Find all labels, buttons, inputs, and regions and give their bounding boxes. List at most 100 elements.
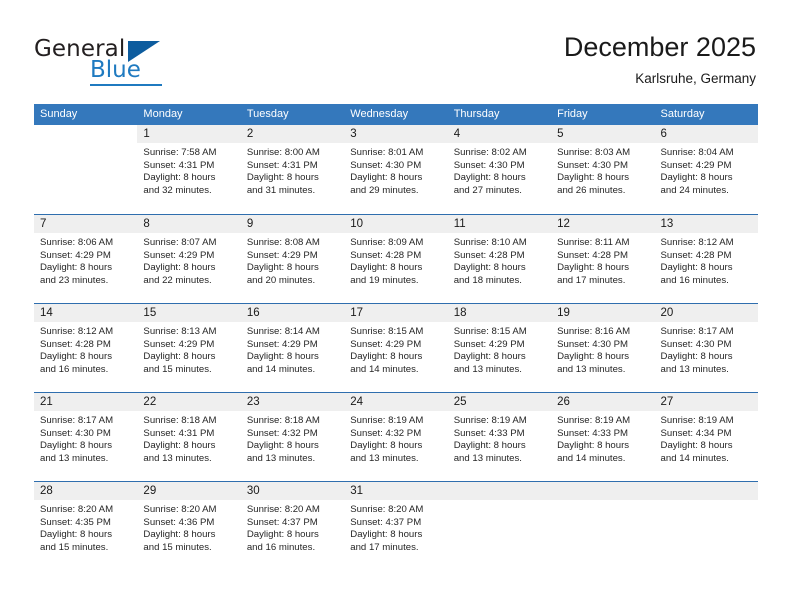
calendar-week-row: 14 Sunrise: 8:12 AM Sunset: 4:28 PM Dayligh… xyxy=(34,303,758,392)
calendar-day-cell[interactable]: 18 Sunrise: 8:15 AM Sunset: 4:29 PM Dayligh… xyxy=(447,304,552,392)
calendar-day-cell[interactable]: 5 Sunrise: 8:03 AM Sunset: 4:30 PM Daylight… xyxy=(551,125,655,214)
day-sun-info: Sunrise: 8:19 AM Sunset: 4:33 PM Daylight:… xyxy=(551,411,654,465)
daylight-text: Daylight: 8 hours xyxy=(557,172,630,184)
calendar-weeks: 1 Sunrise: 7:58 AM Sunset: 4:31 PM Daylight… xyxy=(34,125,758,570)
day-number xyxy=(34,125,138,143)
sunrise-text: Sunrise: 8:08 AM xyxy=(246,237,320,248)
daylight-text: Daylight: 8 hours xyxy=(557,440,630,452)
calendar-day-cell[interactable]: 16 Sunrise: 8:14 AM Sunset: 4:29 PM Dayligh… xyxy=(240,304,345,392)
calendar-day-cell[interactable]: 29 Sunrise: 8:20 AM Sunset: 4:36 PM Dayligh… xyxy=(137,482,241,570)
day-sun-info: Sunrise: 8:19 AM Sunset: 4:32 PM Daylight:… xyxy=(344,411,447,465)
daylight-text: Daylight: 8 hours xyxy=(660,262,733,274)
day-sun-info: Sunrise: 8:07 AM Sunset: 4:29 PM Daylight:… xyxy=(137,233,240,287)
sunset-text: Sunset: 4:35 PM xyxy=(40,516,111,528)
day-number: 9 xyxy=(240,215,345,233)
calendar-day-cell[interactable]: 1 Sunrise: 7:58 AM Sunset: 4:31 PM Daylight… xyxy=(137,125,241,214)
calendar-day-cell[interactable]: 25 Sunrise: 8:19 AM Sunset: 4:33 PM Dayligh… xyxy=(447,393,552,481)
sunset-text: Sunset: 4:28 PM xyxy=(557,249,629,261)
weekday-header-saturday: Saturday xyxy=(660,108,705,120)
daylight-text: Daylight: 8 hours xyxy=(557,351,630,363)
daylight-text-cont: and 22 minutes. xyxy=(143,274,212,286)
daylight-text: Daylight: 8 hours xyxy=(350,172,423,184)
calendar-day-cell[interactable]: 15 Sunrise: 8:13 AM Sunset: 4:29 PM Dayligh… xyxy=(137,304,241,392)
calendar-day-cell[interactable]: 31 Sunrise: 8:20 AM Sunset: 4:37 PM Dayligh… xyxy=(344,482,448,570)
calendar-day-cell[interactable]: 6 Sunrise: 8:04 AM Sunset: 4:29 PM Daylight… xyxy=(654,125,758,214)
daylight-text: Daylight: 8 hours xyxy=(246,440,319,452)
day-number: 22 xyxy=(137,393,241,411)
day-number: 30 xyxy=(240,482,345,500)
calendar-day-cell[interactable]: 14 Sunrise: 8:12 AM Sunset: 4:28 PM Dayligh… xyxy=(34,304,138,392)
sunset-text: Sunset: 4:34 PM xyxy=(660,427,732,439)
daylight-text-cont: and 14 minutes. xyxy=(246,363,316,375)
day-sun-info: Sunrise: 8:17 AM Sunset: 4:30 PM Daylight:… xyxy=(655,322,758,376)
calendar-day-cell[interactable]: 12 Sunrise: 8:11 AM Sunset: 4:28 PM Dayligh… xyxy=(551,215,655,303)
weekday-header-friday: Friday xyxy=(557,108,588,120)
calendar-day-cell[interactable]: 27 Sunrise: 8:19 AM Sunset: 4:34 PM Dayligh… xyxy=(654,393,758,481)
sunset-text: Sunset: 4:37 PM xyxy=(246,516,318,528)
calendar-day-cell[interactable]: 19 Sunrise: 8:16 AM Sunset: 4:30 PM Dayligh… xyxy=(551,304,655,392)
day-number: 2 xyxy=(240,125,345,143)
calendar-day-cell[interactable]: 2 Sunrise: 8:00 AM Sunset: 4:31 PM Daylight… xyxy=(240,125,345,214)
sunset-text: Sunset: 4:37 PM xyxy=(350,516,422,528)
calendar-day-cell[interactable]: 21 Sunrise: 8:17 AM Sunset: 4:30 PM Dayligh… xyxy=(34,393,138,481)
sunrise-text: Sunrise: 8:11 AM xyxy=(557,237,630,248)
calendar-day-cell[interactable]: 9 Sunrise: 8:08 AM Sunset: 4:29 PM Daylight… xyxy=(240,215,345,303)
sunrise-text: Sunrise: 8:02 AM xyxy=(453,147,527,158)
daylight-text: Daylight: 8 hours xyxy=(246,351,319,363)
calendar-day-cell[interactable]: 22 Sunrise: 8:18 AM Sunset: 4:31 PM Dayligh… xyxy=(137,393,241,481)
day-sun-info: Sunrise: 8:15 AM Sunset: 4:29 PM Daylight:… xyxy=(448,322,551,376)
calendar-day-cell[interactable]: 8 Sunrise: 8:07 AM Sunset: 4:29 PM Daylight… xyxy=(137,215,241,303)
sunset-text: Sunset: 4:33 PM xyxy=(557,427,629,439)
brand-logo[interactable]: General Blue xyxy=(34,36,224,92)
daylight-text-cont: and 26 minutes. xyxy=(557,184,626,196)
calendar-day-cell[interactable]: 17 Sunrise: 8:15 AM Sunset: 4:29 PM Dayligh… xyxy=(344,304,448,392)
day-sun-info: Sunrise: 8:04 AM Sunset: 4:29 PM Daylight:… xyxy=(655,143,758,197)
weekday-header-tuesday: Tuesday xyxy=(246,108,289,120)
sunrise-text: Sunrise: 8:20 AM xyxy=(246,504,320,515)
sunset-text: Sunset: 4:29 PM xyxy=(246,249,318,261)
daylight-text: Daylight: 8 hours xyxy=(143,529,216,541)
calendar-day-cell[interactable]: 11 Sunrise: 8:10 AM Sunset: 4:28 PM Dayligh… xyxy=(447,215,552,303)
daylight-text: Daylight: 8 hours xyxy=(40,529,112,541)
sunset-text: Sunset: 4:29 PM xyxy=(40,249,111,261)
calendar-day-cell[interactable]: 23 Sunrise: 8:18 AM Sunset: 4:32 PM Dayligh… xyxy=(240,393,345,481)
daylight-text: Daylight: 8 hours xyxy=(143,351,216,363)
day-sun-info: Sunrise: 8:10 AM Sunset: 4:28 PM Daylight:… xyxy=(448,233,551,287)
day-sun-info: Sunrise: 8:15 AM Sunset: 4:29 PM Daylight:… xyxy=(344,322,447,376)
sunrise-text: Sunrise: 8:16 AM xyxy=(557,326,631,337)
calendar-day-cell[interactable]: 28 Sunrise: 8:20 AM Sunset: 4:35 PM Dayligh… xyxy=(34,482,138,570)
sunrise-text: Sunrise: 8:00 AM xyxy=(246,147,320,158)
sunrise-text: Sunrise: 8:17 AM xyxy=(660,326,734,337)
calendar-week-row: 28 Sunrise: 8:20 AM Sunset: 4:35 PM Dayligh… xyxy=(34,481,758,570)
sunrise-text: Sunrise: 8:09 AM xyxy=(350,237,424,248)
calendar-day-cell[interactable]: 20 Sunrise: 8:17 AM Sunset: 4:30 PM Dayligh… xyxy=(654,304,758,392)
day-number: 23 xyxy=(240,393,345,411)
daylight-text-cont: and 13 minutes. xyxy=(350,452,419,464)
sunrise-text: Sunrise: 7:58 AM xyxy=(143,147,217,158)
calendar-week-row: 1 Sunrise: 7:58 AM Sunset: 4:31 PM Daylight… xyxy=(34,125,758,214)
daylight-text-cont: and 24 minutes. xyxy=(660,184,729,196)
day-sun-info: Sunrise: 8:14 AM Sunset: 4:29 PM Daylight:… xyxy=(241,322,344,376)
sunrise-text: Sunrise: 8:19 AM xyxy=(557,415,631,426)
day-sun-info: Sunrise: 8:19 AM Sunset: 4:33 PM Daylight:… xyxy=(448,411,551,465)
daylight-text: Daylight: 8 hours xyxy=(350,262,423,274)
calendar-day-cell[interactable]: 30 Sunrise: 8:20 AM Sunset: 4:37 PM Dayligh… xyxy=(240,482,345,570)
daylight-text: Daylight: 8 hours xyxy=(246,262,319,274)
calendar-day-cell[interactable]: 26 Sunrise: 8:19 AM Sunset: 4:33 PM Dayligh… xyxy=(551,393,655,481)
sunrise-text: Sunrise: 8:19 AM xyxy=(660,415,734,426)
sunset-text: Sunset: 4:30 PM xyxy=(557,159,629,171)
calendar-day-cell[interactable]: 10 Sunrise: 8:09 AM Sunset: 4:28 PM Dayligh… xyxy=(344,215,448,303)
sunset-text: Sunset: 4:29 PM xyxy=(143,249,215,261)
sunset-text: Sunset: 4:28 PM xyxy=(660,249,732,261)
calendar-day-cell[interactable]: 13 Sunrise: 8:12 AM Sunset: 4:28 PM Dayligh… xyxy=(654,215,758,303)
daylight-text-cont: and 16 minutes. xyxy=(40,363,109,375)
day-sun-info: Sunrise: 8:20 AM Sunset: 4:35 PM Daylight:… xyxy=(34,500,137,554)
calendar-day-cell[interactable]: 3 Sunrise: 8:01 AM Sunset: 4:30 PM Daylight… xyxy=(344,125,448,214)
daylight-text-cont: and 16 minutes. xyxy=(660,274,729,286)
sunrise-text: Sunrise: 8:12 AM xyxy=(660,237,734,248)
daylight-text: Daylight: 8 hours xyxy=(350,440,423,452)
calendar-day-cell[interactable]: 24 Sunrise: 8:19 AM Sunset: 4:32 PM Dayligh… xyxy=(344,393,448,481)
calendar-day-cell[interactable]: 4 Sunrise: 8:02 AM Sunset: 4:30 PM Daylight… xyxy=(447,125,552,214)
sunset-text: Sunset: 4:29 PM xyxy=(453,338,525,350)
calendar-day-cell[interactable]: 7 Sunrise: 8:06 AM Sunset: 4:29 PM Daylight… xyxy=(34,215,138,303)
